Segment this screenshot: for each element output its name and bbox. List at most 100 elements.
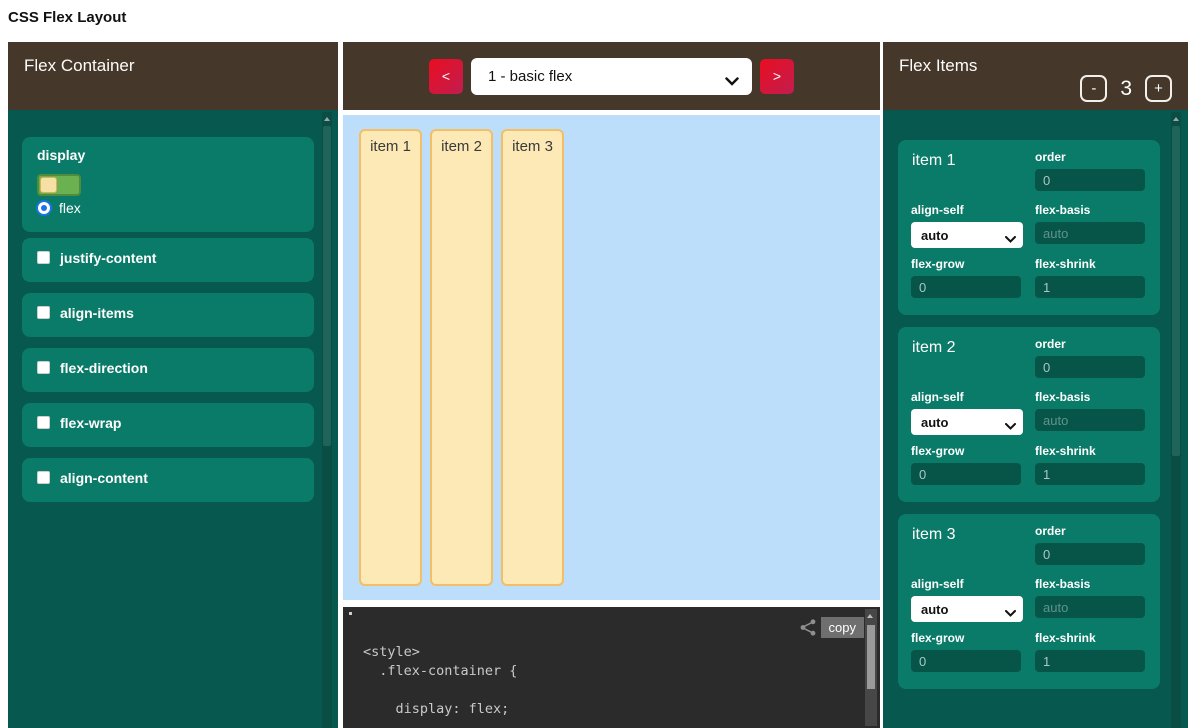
page-title: CSS Flex Layout xyxy=(8,9,126,26)
flex-shrink-label: flex-shrink xyxy=(1035,444,1149,458)
flex-container-panel-body: display flex justify-content align-items xyxy=(8,110,338,728)
flex-container-panel-header: Flex Container xyxy=(8,42,338,110)
item-2-card-title: item 2 xyxy=(912,339,956,357)
left-panel-scrollbar[interactable] xyxy=(322,112,332,728)
chevron-up-icon[interactable] xyxy=(867,614,873,618)
align-content-checkbox[interactable] xyxy=(37,471,50,484)
item-2-align-self-field: align-self auto xyxy=(911,390,1025,435)
item-3-flex-grow-input[interactable] xyxy=(911,650,1021,672)
item-1-flex-shrink-input[interactable] xyxy=(1035,276,1145,298)
item-1-card: item 1 order align-self auto flex-basis xyxy=(898,140,1160,315)
align-content-label: align-content xyxy=(60,470,148,486)
item-2-flex-shrink-input[interactable] xyxy=(1035,463,1145,485)
item-3-flex-grow-field: flex-grow xyxy=(911,631,1025,672)
align-self-label: align-self xyxy=(911,390,1025,404)
item-2-flex-grow-field: flex-grow xyxy=(911,444,1025,485)
flex-items-panel: Flex Items - 3 + item 1 order align-self… xyxy=(883,42,1188,728)
align-content-card: align-content xyxy=(22,458,314,502)
chevron-up-icon[interactable] xyxy=(1173,117,1179,121)
add-item-button[interactable]: + xyxy=(1145,75,1172,102)
item-1-order-field: order xyxy=(1035,150,1149,191)
item-2-flex-shrink-field: flex-shrink xyxy=(1035,444,1149,485)
justify-content-card: justify-content xyxy=(22,238,314,282)
chevron-up-icon[interactable] xyxy=(324,117,330,121)
display-toggle-knob xyxy=(40,177,57,193)
flex-items-title: Flex Items xyxy=(899,56,977,76)
flex-wrap-checkbox[interactable] xyxy=(37,416,50,429)
align-self-label: align-self xyxy=(911,203,1025,217)
demo-select[interactable]: 1 - basic flex xyxy=(471,58,752,95)
prev-demo-button[interactable]: < xyxy=(429,59,463,94)
item-3-flex-basis-input[interactable] xyxy=(1035,596,1145,618)
item-2-flex-basis-input[interactable] xyxy=(1035,409,1145,431)
display-card: display flex xyxy=(22,137,314,232)
copy-button[interactable]: copy xyxy=(821,617,864,638)
flex-preview-container: item 1 item 2 item 3 xyxy=(343,115,880,600)
order-label: order xyxy=(1035,524,1149,538)
order-label: order xyxy=(1035,337,1149,351)
align-items-card: align-items xyxy=(22,293,314,337)
display-flex-radio-row: flex xyxy=(36,200,81,216)
flex-direction-checkbox[interactable] xyxy=(37,361,50,374)
item-3-order-field: order xyxy=(1035,524,1149,565)
next-demo-button[interactable]: > xyxy=(760,59,794,94)
align-self-label: align-self xyxy=(911,577,1025,591)
item-3-card-title: item 3 xyxy=(912,526,956,544)
flex-grow-label: flex-grow xyxy=(911,631,1025,645)
item-1-flex-basis-input[interactable] xyxy=(1035,222,1145,244)
item-3-flex-basis-field: flex-basis xyxy=(1035,577,1149,618)
flex-basis-label: flex-basis xyxy=(1035,577,1149,591)
remove-item-button[interactable]: - xyxy=(1080,75,1107,102)
item-2-order-field: order xyxy=(1035,337,1149,378)
order-label: order xyxy=(1035,150,1149,164)
item-3-card: item 3 order align-self auto flex-basis xyxy=(898,514,1160,689)
radio-dot-icon xyxy=(41,205,47,211)
display-label: display xyxy=(37,147,85,163)
item-1-flex-basis-field: flex-basis xyxy=(1035,203,1149,244)
right-panel-scrollbar[interactable] xyxy=(1171,112,1181,728)
item-3-align-self-select[interactable]: auto xyxy=(911,596,1023,622)
item-count-value: 3 xyxy=(1120,77,1132,101)
right-scrollbar-thumb[interactable] xyxy=(1172,126,1180,456)
item-2-flex-grow-input[interactable] xyxy=(911,463,1021,485)
item-1-flex-grow-input[interactable] xyxy=(911,276,1021,298)
flex-direction-label: flex-direction xyxy=(60,360,148,376)
item-1-align-self-field: align-self auto xyxy=(911,203,1025,248)
item-1-order-input[interactable] xyxy=(1035,169,1145,191)
item-2-align-self-select[interactable]: auto xyxy=(911,409,1023,435)
justify-content-checkbox[interactable] xyxy=(37,251,50,264)
display-flex-radio[interactable] xyxy=(36,200,52,216)
align-items-checkbox[interactable] xyxy=(37,306,50,319)
flex-grow-label: flex-grow xyxy=(911,444,1025,458)
preview-flex-item: item 2 xyxy=(430,129,493,586)
display-toggle[interactable] xyxy=(37,174,81,196)
flex-shrink-label: flex-shrink xyxy=(1035,257,1149,271)
item-1-flex-grow-field: flex-grow xyxy=(911,257,1025,298)
item-1-align-self-select[interactable]: auto xyxy=(911,222,1023,248)
code-text: <style> .flex-container { display: flex; xyxy=(363,643,517,719)
left-scrollbar-thumb[interactable] xyxy=(323,126,331,446)
flex-basis-label: flex-basis xyxy=(1035,390,1149,404)
flex-basis-label: flex-basis xyxy=(1035,203,1149,217)
item-2-order-input[interactable] xyxy=(1035,356,1145,378)
justify-content-label: justify-content xyxy=(60,250,156,266)
flex-shrink-label: flex-shrink xyxy=(1035,631,1149,645)
item-2-flex-basis-field: flex-basis xyxy=(1035,390,1149,431)
item-count-control: - 3 + xyxy=(1080,75,1172,102)
code-cursor-dot xyxy=(349,612,352,615)
align-items-label: align-items xyxy=(60,305,134,321)
demo-select-wrap: 1 - basic flex xyxy=(471,58,752,95)
item-1-flex-shrink-field: flex-shrink xyxy=(1035,257,1149,298)
flex-direction-card: flex-direction xyxy=(22,348,314,392)
code-scrollbar[interactable] xyxy=(865,609,877,726)
flex-wrap-card: flex-wrap xyxy=(22,403,314,447)
item-3-flex-shrink-input[interactable] xyxy=(1035,650,1145,672)
app-window: CSS Flex Layout Flex Container display f… xyxy=(0,0,1199,728)
item-2-card: item 2 order align-self auto flex-basis xyxy=(898,327,1160,502)
share-icon[interactable] xyxy=(799,618,818,642)
item-3-order-input[interactable] xyxy=(1035,543,1145,565)
code-scrollbar-thumb[interactable] xyxy=(867,625,875,689)
flex-container-title: Flex Container xyxy=(24,56,135,76)
preview-flex-item: item 3 xyxy=(501,129,564,586)
demo-nav-bar: < 1 - basic flex > xyxy=(343,42,880,110)
